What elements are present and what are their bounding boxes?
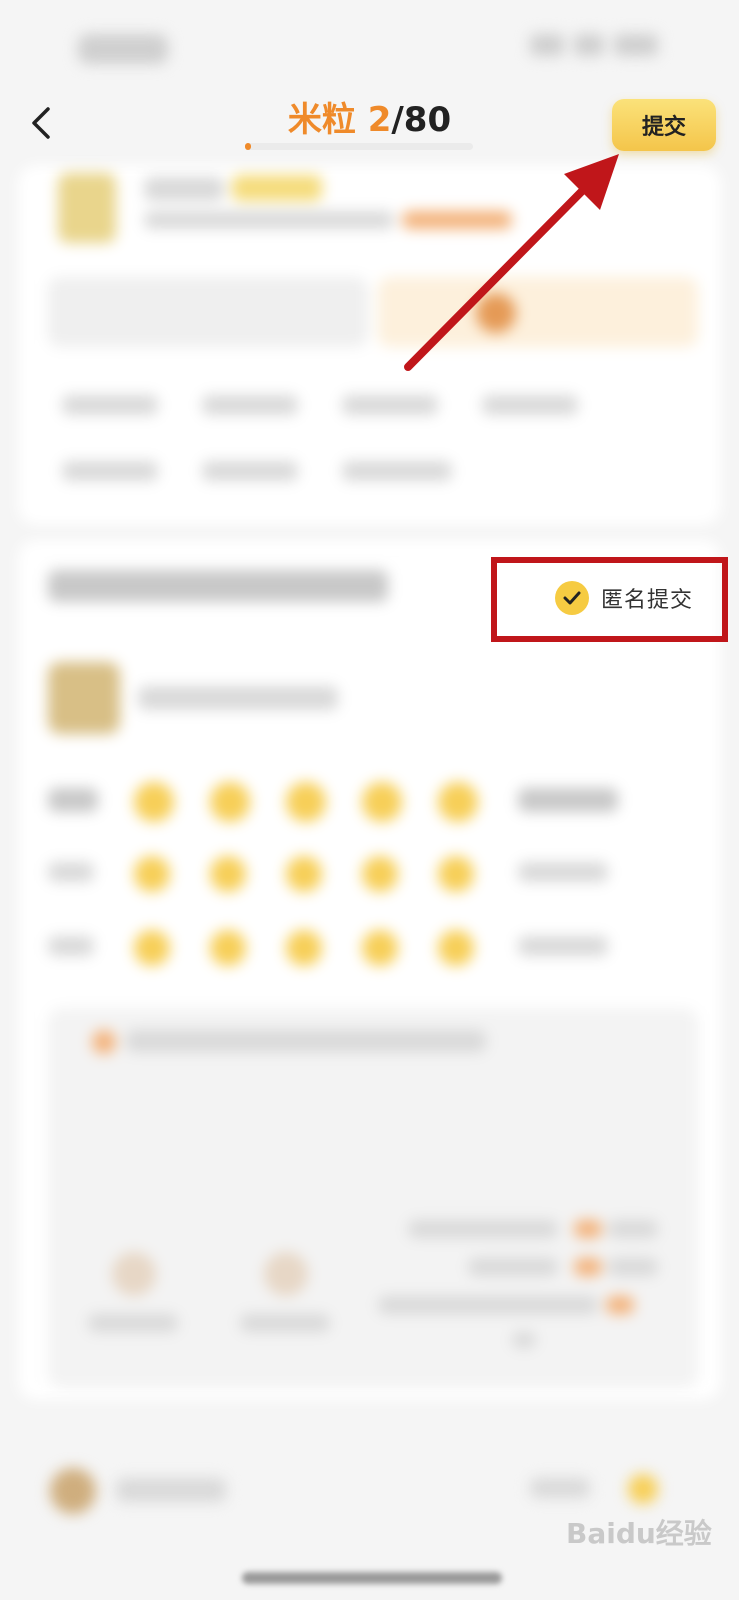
watermark-logo: Baidu经验 <box>566 1517 712 1550</box>
annotation-arrow-icon <box>404 154 619 371</box>
home-indicator <box>242 1572 502 1584</box>
